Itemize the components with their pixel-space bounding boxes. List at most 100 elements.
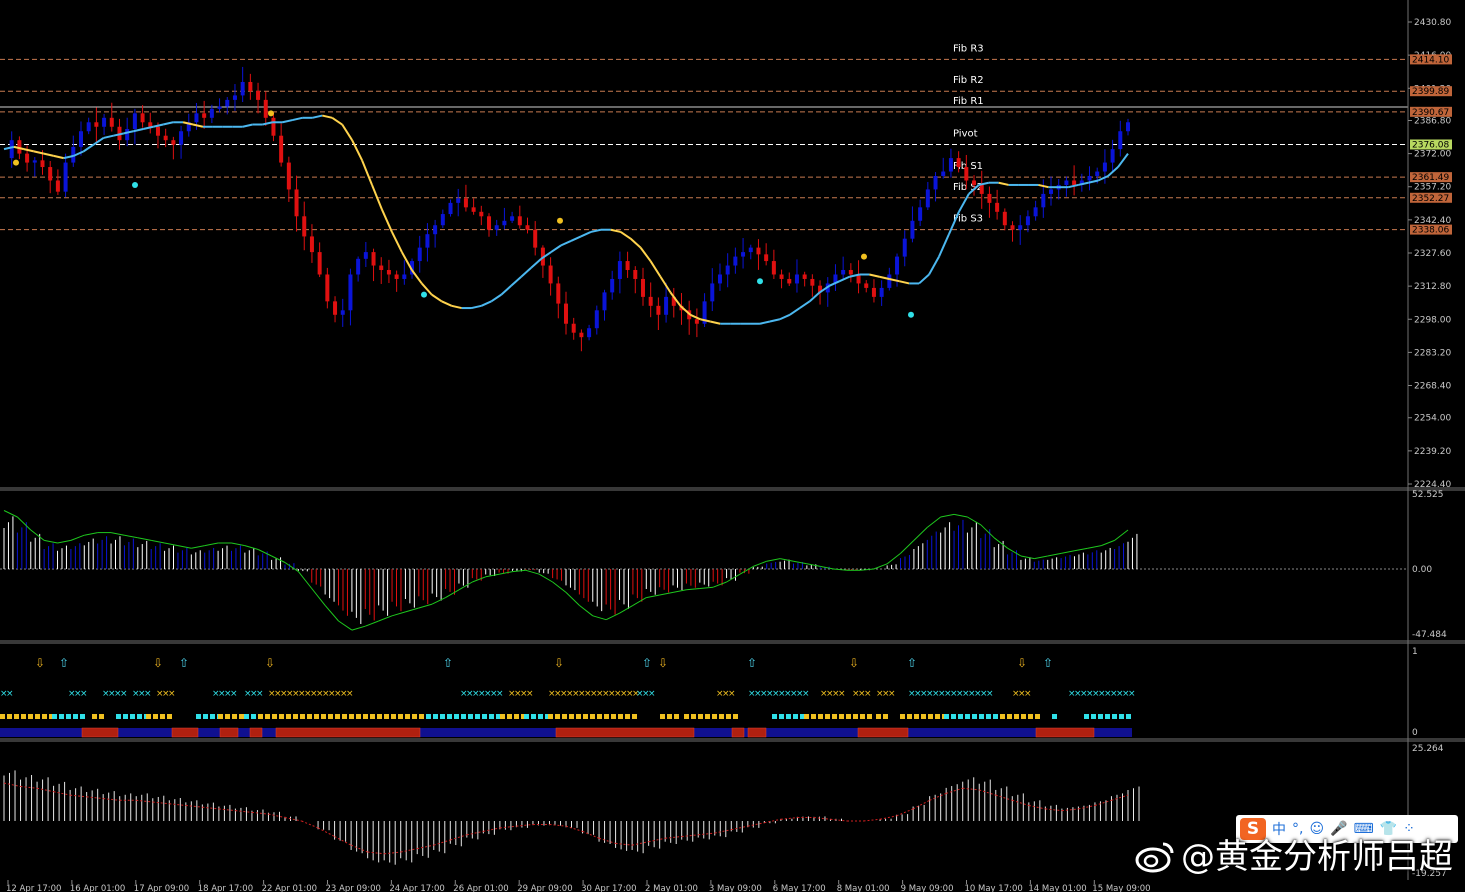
state-square (958, 714, 963, 719)
signal-scale-label: 1 (1412, 647, 1418, 657)
moving-average-segment (759, 320, 771, 325)
moving-average-segment (629, 237, 642, 249)
cross-marker: × (526, 689, 534, 699)
candle-body (902, 238, 907, 257)
state-square (160, 714, 165, 719)
candle-body (533, 229, 538, 248)
state-square (660, 714, 665, 719)
cross-marker: × (888, 689, 896, 699)
candle-body (810, 278, 815, 286)
oscillator-signal-line (1061, 808, 1079, 812)
state-square (384, 714, 389, 719)
oscillator-signal-line (53, 791, 71, 796)
moving-average-segment (769, 318, 781, 323)
state-square (825, 714, 830, 719)
time-tick-label: 29 Apr 09:00 (517, 884, 572, 892)
time-tick-label: 8 May 01:00 (837, 884, 890, 892)
state-square (52, 714, 57, 719)
state-square (569, 714, 574, 719)
candle-body (987, 193, 992, 203)
macd-signal-line (913, 527, 928, 541)
candle-body (163, 135, 168, 141)
state-square (733, 714, 738, 719)
level-name-fib-s2: Fib S2 (953, 182, 983, 193)
candle-body (787, 278, 792, 284)
price-pane[interactable]: Fib R3Fib R2Fib R1PivotFib S1Fib S2Fib S… (0, 43, 1465, 742)
macd-signal-line (204, 542, 219, 547)
macd-signal-line (565, 592, 580, 606)
oscillator-signal-line (632, 841, 649, 846)
candle-body (294, 189, 299, 217)
state-square (793, 714, 798, 719)
level-price-label: 2338.06 (1412, 226, 1449, 236)
state-square (618, 714, 623, 719)
moving-average-segment (92, 137, 105, 146)
oscillator-signal-line (284, 817, 302, 822)
macd-signal-line (793, 560, 807, 565)
price-tick-label: 2342.40 (1414, 216, 1451, 226)
macd-signal-line (191, 545, 205, 549)
candle-body (525, 225, 530, 230)
candle-body (317, 252, 322, 275)
candle-body (140, 113, 145, 123)
candle-body (617, 261, 622, 279)
state-square (363, 714, 368, 719)
oscillator-signal-line (714, 829, 732, 834)
macd-signal-line (672, 589, 687, 593)
time-tick-label: 12 Apr 17:00 (6, 884, 61, 892)
level-price-label: 2376.08 (1412, 140, 1449, 150)
candle-body (548, 265, 553, 284)
state-square (804, 714, 809, 719)
macd-signal-line (458, 581, 473, 591)
trend-band-bear (275, 727, 421, 738)
state-square (839, 714, 844, 719)
macd-scale-label: -47.484 (1412, 630, 1447, 640)
state-square (1028, 714, 1033, 719)
oscillator-signal-line (152, 801, 170, 805)
oscillator-signal-line (681, 834, 699, 838)
macd-signal-line (1074, 547, 1088, 552)
candle-body (764, 254, 769, 262)
candle-body (725, 265, 730, 275)
candle-body (1049, 189, 1054, 194)
macd-signal-line (552, 581, 567, 593)
macd-signal-line (1114, 529, 1129, 541)
oscillator-signal-line (830, 818, 848, 822)
state-square (625, 714, 630, 719)
state-square (935, 714, 940, 719)
signal-pane[interactable]: ⇩ ⇧ ⇩ ⇧ ⇩ ⇧ ⇩ ⇧ ⇩ ⇧ ⇩ ⇧ ⇩ ⇧×× ××× ×××× ××× ××× ×××× ××× ××××… (0, 656, 1136, 738)
state-square (419, 714, 424, 719)
trend-band-bear (249, 727, 263, 738)
up-arrow-icon: ⇧ (59, 656, 69, 670)
candle-body (402, 274, 407, 279)
state-square (203, 714, 208, 719)
state-square (370, 714, 375, 719)
macd-pane[interactable] (0, 510, 1408, 631)
state-square (811, 714, 816, 719)
moving-average-segment (520, 267, 532, 278)
time-tick-label: 14 May 01:00 (1028, 884, 1086, 892)
candle-body (610, 278, 615, 293)
macd-signal-line (1047, 552, 1062, 557)
macd-signal-line (57, 539, 72, 544)
state-square (321, 714, 326, 719)
moving-average-segment (570, 235, 582, 242)
candle-body (55, 180, 60, 192)
time-tick-label: 23 Apr 09:00 (326, 884, 381, 892)
candle-body (710, 283, 715, 302)
candle-body (9, 140, 14, 159)
moving-average-segment (839, 275, 850, 283)
candle-body (217, 106, 222, 109)
moving-average-segment (918, 273, 930, 285)
price-tick-label: 2298.00 (1414, 315, 1451, 325)
oscillator-pane[interactable] (3, 770, 1140, 865)
state-square (335, 714, 340, 719)
macd-signal-line (1087, 545, 1102, 549)
state-square (832, 714, 837, 719)
trading-chart[interactable]: Fib R3Fib R2Fib R1PivotFib S1Fib S2Fib S… (0, 0, 1465, 892)
state-square (1052, 714, 1057, 719)
state-square (328, 714, 333, 719)
state-square (1098, 714, 1103, 719)
price-tick-label: 2386.80 (1414, 116, 1451, 126)
cross-marker: × (120, 689, 128, 699)
